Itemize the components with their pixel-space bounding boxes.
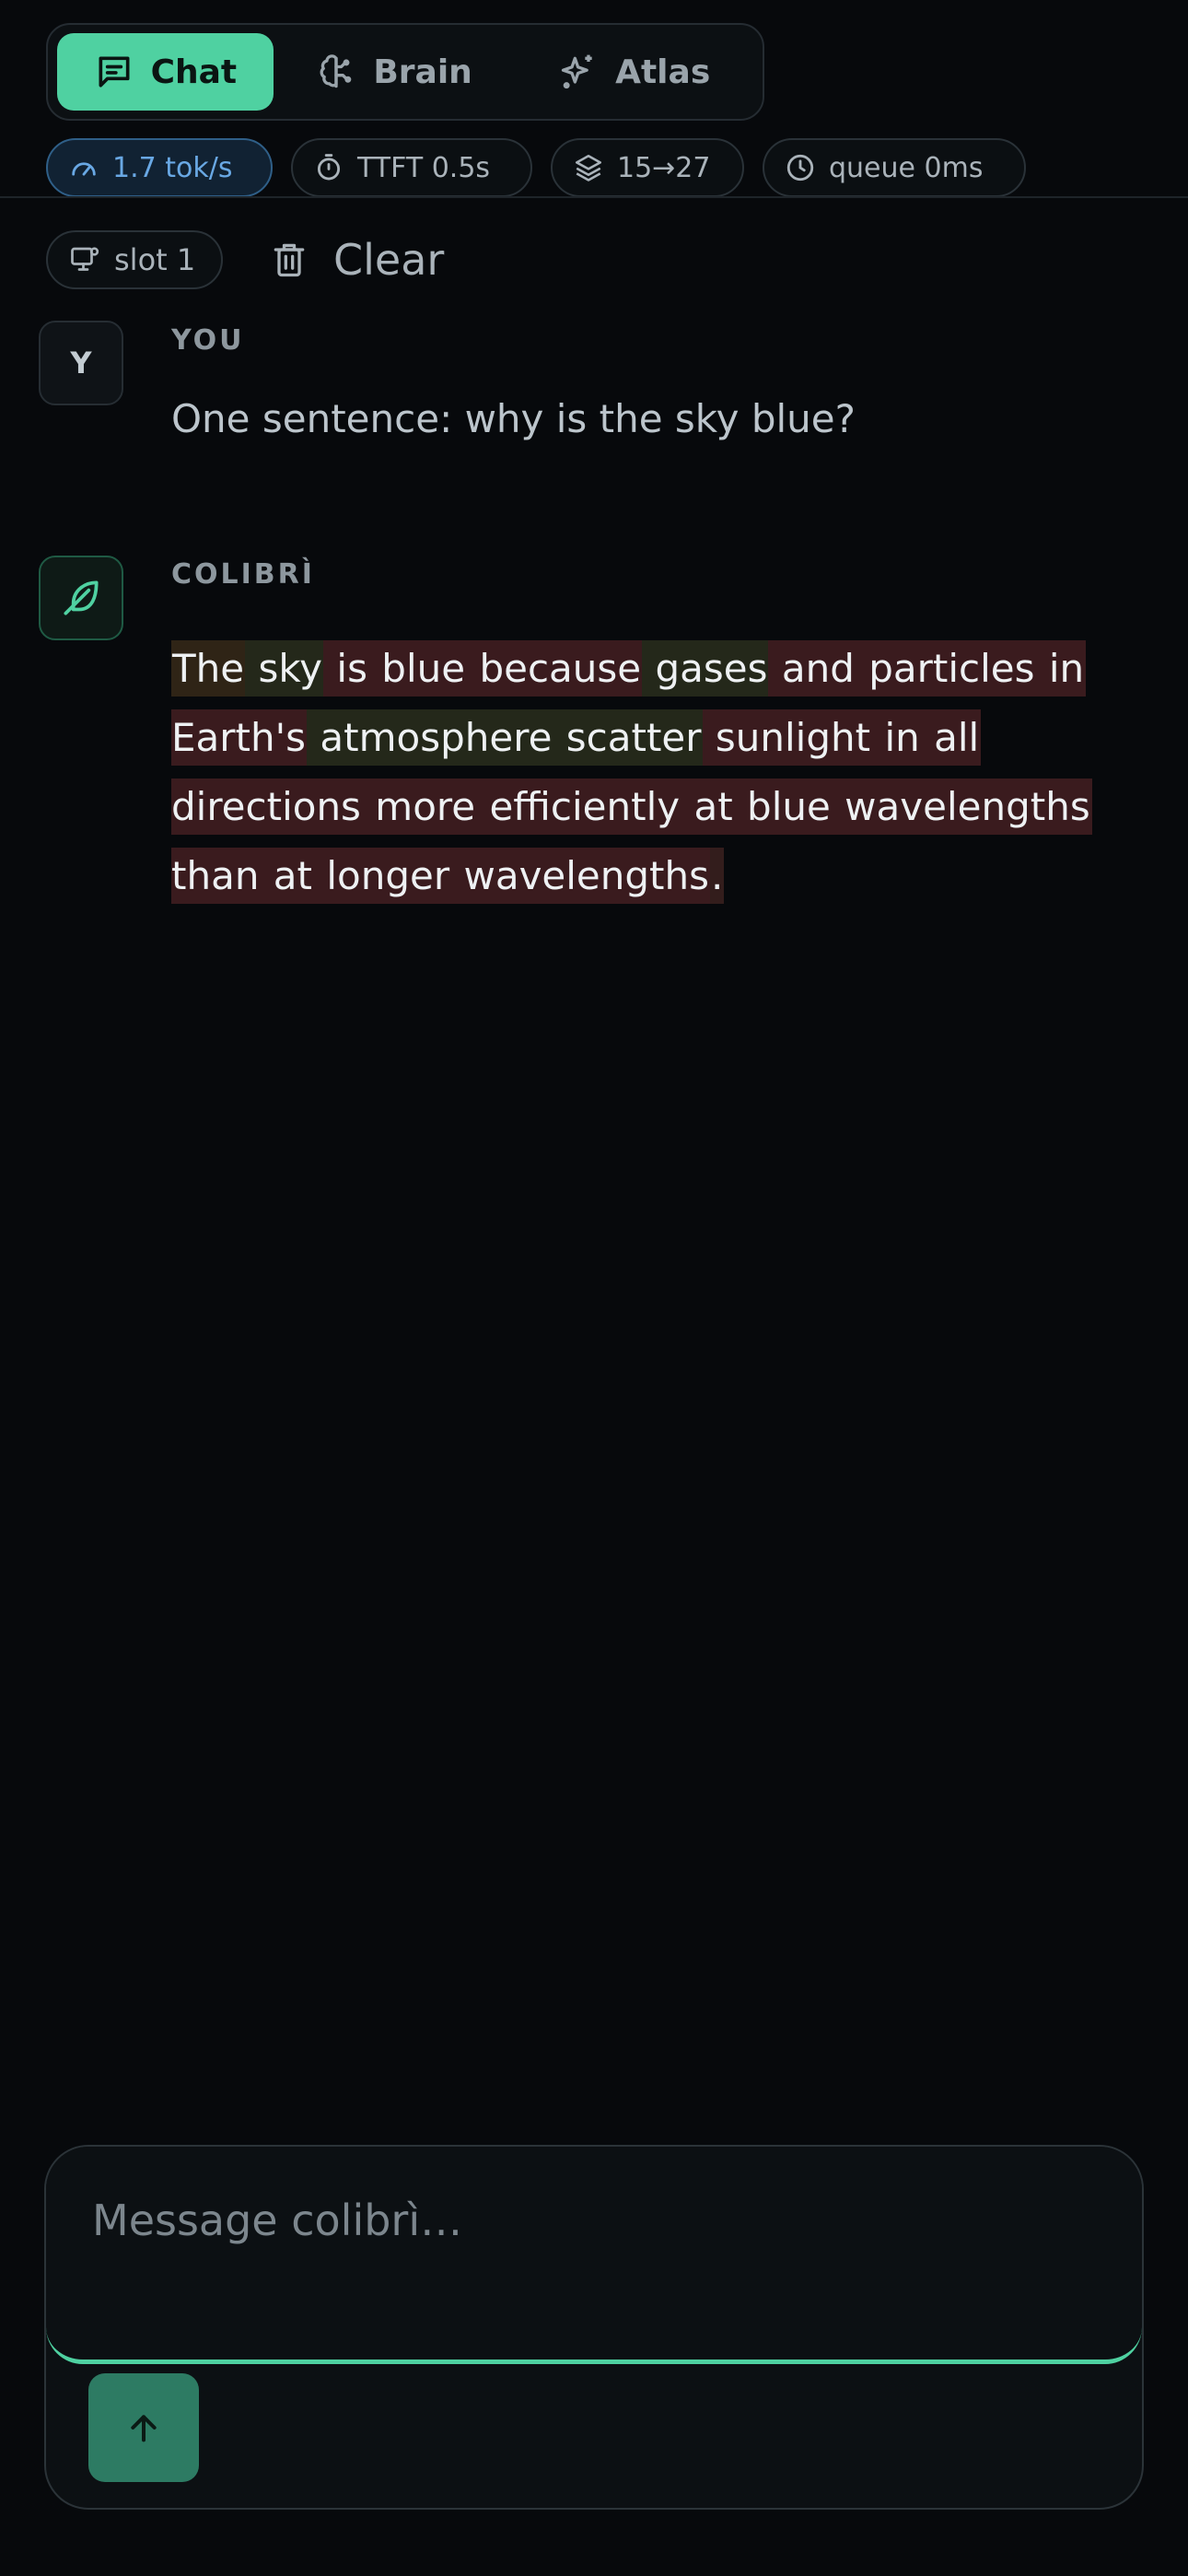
sparkles-icon: [561, 54, 592, 89]
response-token: .: [710, 848, 725, 904]
trash-icon: [274, 243, 305, 277]
response-token: efficiently: [476, 779, 681, 835]
user-avatar: Y: [39, 321, 123, 405]
assistant-sender-label: COLIBRÌ: [171, 558, 315, 591]
throughput-pill[interactable]: 1.7 tok/s: [46, 138, 273, 197]
composer-input-area: [46, 2147, 1142, 2364]
header-divider: [0, 196, 1188, 198]
app-root: Chat Brain Atlas 1.7 tok/s TTFT 0.5s 15→…: [0, 0, 1188, 2576]
tab-atlas-label: Atlas: [615, 53, 711, 91]
response-token: because: [466, 640, 643, 697]
stats-bar: 1.7 tok/s TTFT 0.5s 15→27 queue 0ms: [46, 138, 1026, 197]
response-token: at: [260, 848, 314, 904]
stopwatch-icon: [317, 154, 341, 181]
response-token: scatter: [553, 709, 703, 766]
tab-brain[interactable]: Brain: [274, 33, 516, 111]
response-token: more: [361, 779, 477, 835]
monitor-icon: [71, 247, 99, 271]
layers-pill[interactable]: 15→27: [551, 138, 744, 197]
message-input[interactable]: [92, 2184, 1087, 2257]
composer: [44, 2145, 1144, 2510]
gauge-icon: [72, 162, 96, 176]
layers-value: 15→27: [617, 151, 711, 184]
slot-label: slot 1: [114, 242, 196, 277]
ttft-pill[interactable]: TTFT 0.5s: [291, 138, 532, 197]
user-message-text: One sentence: why is the sky blue?: [171, 396, 856, 441]
response-token: all: [920, 709, 981, 766]
response-token: blue: [367, 640, 467, 697]
tab-chat[interactable]: Chat: [57, 33, 274, 111]
send-button[interactable]: [88, 2373, 199, 2482]
tab-chat-label: Chat: [150, 53, 238, 91]
response-token: sunlight: [702, 709, 872, 766]
response-token: at: [681, 779, 734, 835]
response-token: and: [768, 640, 856, 697]
ttft-value: TTFT 0.5s: [357, 151, 491, 184]
response-token: sky: [245, 640, 324, 697]
clock-icon: [786, 154, 814, 181]
queue-pill[interactable]: queue 0ms: [763, 138, 1026, 197]
user-sender-label: YOU: [171, 324, 245, 357]
tab-brain-label: Brain: [373, 53, 472, 91]
chat-bubble-icon: [99, 56, 130, 88]
queue-value: queue 0ms: [829, 151, 984, 184]
response-token: in: [871, 709, 921, 766]
response-token: gases: [642, 640, 769, 697]
response-token: longer: [313, 848, 451, 904]
response-token: particles: [855, 640, 1036, 697]
clear-label: Clear: [333, 235, 445, 285]
response-token: wavelengths: [450, 848, 711, 904]
slot-pill[interactable]: slot 1: [46, 230, 223, 289]
feather-icon: [64, 580, 99, 615]
mode-tabbar: Chat Brain Atlas: [46, 23, 764, 121]
layers-icon: [575, 154, 602, 181]
response-token: blue: [733, 779, 832, 835]
response-token: wavelengths: [831, 779, 1091, 835]
response-token: The: [171, 640, 246, 697]
tab-atlas[interactable]: Atlas: [515, 33, 753, 111]
throughput-value: 1.7 tok/s: [112, 151, 233, 184]
assistant-message-text: The sky is blue because gases and partic…: [171, 634, 1147, 910]
brain-icon: [320, 54, 352, 88]
response-token: is: [323, 640, 368, 697]
response-token: in: [1035, 640, 1086, 697]
user-avatar-letter: Y: [70, 345, 92, 381]
assistant-avatar: [39, 556, 123, 640]
response-token: atmosphere: [307, 709, 553, 766]
arrow-up-icon: [131, 2415, 157, 2442]
clear-button[interactable]: Clear: [269, 228, 444, 291]
